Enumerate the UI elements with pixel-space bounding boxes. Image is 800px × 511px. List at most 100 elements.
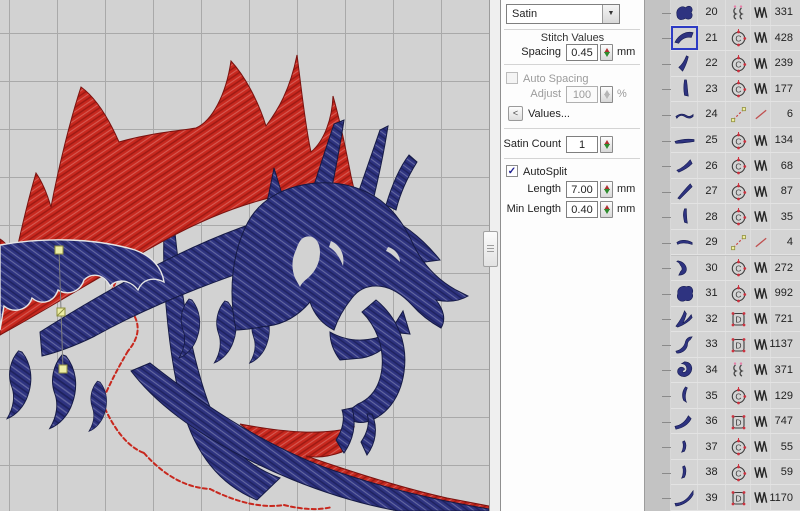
design-canvas[interactable] — [0, 0, 489, 511]
object-number[interactable]: 21 — [698, 26, 726, 51]
object-number[interactable]: 39 — [698, 485, 726, 510]
column-object-icon[interactable]: C — [726, 26, 751, 51]
object-row-38[interactable]: 38C59 — [671, 460, 800, 486]
object-row-26[interactable]: 26C68 — [671, 153, 800, 179]
object-row-32[interactable]: 32D721 — [671, 307, 800, 333]
values-collapse-button[interactable]: < — [508, 106, 523, 121]
object-row-23[interactable]: 23C177 — [671, 77, 800, 103]
column-object-icon[interactable]: C — [726, 281, 751, 306]
object-number[interactable]: 38 — [698, 460, 726, 485]
adjust-spinner[interactable] — [600, 86, 613, 103]
auto-split-checkbox[interactable]: ✓ — [506, 165, 518, 177]
column-object-icon[interactable]: C — [726, 204, 751, 229]
object-thumbnail[interactable] — [671, 0, 698, 25]
object-thumbnail[interactable] — [671, 358, 698, 383]
object-thumbnail[interactable] — [671, 51, 698, 76]
object-number[interactable]: 29 — [698, 230, 726, 255]
column-object-icon[interactable]: C — [726, 153, 751, 178]
object-row-33[interactable]: 33D1137 — [671, 332, 800, 358]
object-thumbnail[interactable] — [671, 230, 698, 255]
fill-object-icon[interactable]: D — [726, 332, 751, 357]
object-thumbnail[interactable] — [671, 204, 698, 229]
column-object-icon[interactable]: C — [726, 434, 751, 459]
object-thumbnail[interactable] — [671, 256, 698, 281]
chevron-down-icon[interactable]: ▼ — [602, 5, 619, 23]
object-number[interactable]: 35 — [698, 383, 726, 408]
object-number[interactable]: 20 — [698, 0, 726, 25]
object-row-25[interactable]: 25C134 — [671, 128, 800, 154]
fill-object-icon[interactable]: D — [726, 307, 751, 332]
object-number[interactable]: 27 — [698, 179, 726, 204]
object-row-36[interactable]: 36D747 — [671, 409, 800, 435]
object-thumbnail[interactable] — [671, 485, 698, 510]
object-thumbnail[interactable] — [671, 153, 698, 178]
spacing-spinner[interactable] — [600, 44, 613, 61]
spacing-input[interactable] — [566, 44, 598, 61]
fill-object-icon[interactable]: D — [726, 485, 751, 510]
object-number[interactable]: 34 — [698, 358, 726, 383]
min-length-spinner[interactable] — [600, 201, 613, 218]
object-number[interactable]: 25 — [698, 128, 726, 153]
object-row-39[interactable]: 39D1170 — [671, 485, 800, 511]
object-thumbnail[interactable] — [671, 179, 698, 204]
object-row-37[interactable]: 37C55 — [671, 434, 800, 460]
object-thumbnail[interactable] — [671, 128, 698, 153]
object-thumbnail[interactable] — [671, 409, 698, 434]
object-row-28[interactable]: 28C35 — [671, 204, 800, 230]
object-thumbnail[interactable] — [671, 307, 698, 332]
values-button-label[interactable]: Values... — [528, 108, 570, 120]
object-row-20[interactable]: 20331 — [671, 0, 800, 26]
object-row-21[interactable]: 21C428 — [671, 26, 800, 52]
object-row-29[interactable]: 294 — [671, 230, 800, 256]
column-object-icon[interactable]: C — [726, 77, 751, 102]
object-number[interactable]: 31 — [698, 281, 726, 306]
object-number[interactable]: 22 — [698, 51, 726, 76]
object-row-31[interactable]: 31C992 — [671, 281, 800, 307]
object-number[interactable]: 36 — [698, 409, 726, 434]
object-number[interactable]: 30 — [698, 256, 726, 281]
object-number[interactable]: 33 — [698, 332, 726, 357]
object-thumbnail[interactable] — [671, 77, 698, 102]
object-thumbnail[interactable] — [671, 102, 698, 127]
splitter-grip-handle[interactable] — [483, 231, 498, 267]
object-number[interactable]: 24 — [698, 102, 726, 127]
column-object-icon[interactable]: C — [726, 460, 751, 485]
object-row-34[interactable]: 34371 — [671, 358, 800, 384]
length-spinner[interactable] — [600, 181, 613, 198]
column-object-icon[interactable]: C — [726, 256, 751, 281]
column-object-icon[interactable]: C — [726, 128, 751, 153]
run-object-icon[interactable] — [726, 230, 751, 255]
object-row-27[interactable]: 27C87 — [671, 179, 800, 205]
run-object-icon[interactable] — [726, 102, 751, 127]
fill-object-icon[interactable]: D — [726, 409, 751, 434]
dragon-embroidery-design[interactable] — [0, 55, 489, 511]
object-thumbnail[interactable] — [671, 383, 698, 408]
manual-object-icon[interactable] — [726, 358, 751, 383]
object-row-30[interactable]: 30C272 — [671, 256, 800, 282]
satin-count-input[interactable] — [566, 136, 598, 153]
adjust-input[interactable] — [566, 86, 598, 103]
stitch-type-dropdown[interactable]: Satin ▼ — [506, 4, 620, 24]
column-object-icon[interactable]: C — [726, 383, 751, 408]
object-number[interactable]: 26 — [698, 153, 726, 178]
object-row-22[interactable]: 22C239 — [671, 51, 800, 77]
object-thumbnail-selected[interactable] — [671, 26, 698, 51]
auto-spacing-checkbox[interactable]: ✓ — [506, 72, 518, 84]
column-object-icon[interactable]: C — [726, 179, 751, 204]
object-thumbnail[interactable] — [671, 434, 698, 459]
object-number[interactable]: 23 — [698, 77, 726, 102]
object-number[interactable]: 32 — [698, 307, 726, 332]
column-object-icon[interactable]: C — [726, 51, 751, 76]
object-thumbnail[interactable] — [671, 281, 698, 306]
object-thumbnail[interactable] — [671, 332, 698, 357]
object-row-24[interactable]: 246 — [671, 102, 800, 128]
min-length-input[interactable] — [566, 201, 598, 218]
manual-object-icon[interactable] — [726, 0, 751, 25]
object-row-35[interactable]: 35C129 — [671, 383, 800, 409]
flame-tufts[interactable] — [7, 299, 269, 431]
length-input[interactable] — [566, 181, 598, 198]
object-thumbnail[interactable] — [671, 460, 698, 485]
object-number[interactable]: 28 — [698, 204, 726, 229]
object-number[interactable]: 37 — [698, 434, 726, 459]
satin-count-spinner[interactable] — [600, 136, 613, 153]
